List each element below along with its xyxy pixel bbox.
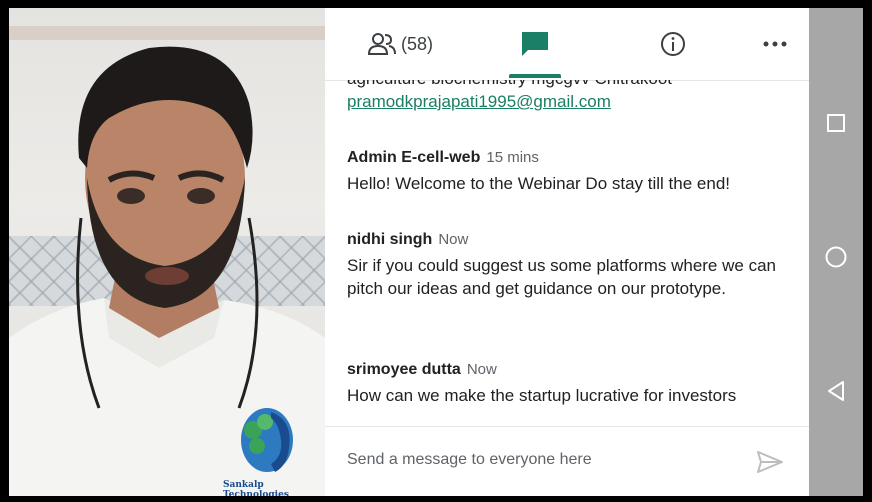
- tab-info[interactable]: [645, 8, 701, 80]
- more-options-button[interactable]: [749, 8, 801, 80]
- people-count: (58): [400, 33, 433, 54]
- message-text: How can we make the startup lucrative fo…: [347, 386, 737, 405]
- shirt-logo-text: Sankalp Technologies: [223, 480, 289, 496]
- tab-people[interactable]: (58): [345, 8, 455, 80]
- message-sender: Admin E-cell-web: [347, 149, 481, 166]
- send-button[interactable]: [755, 449, 785, 475]
- send-icon: [757, 451, 783, 473]
- people-icon: [367, 33, 396, 55]
- more-icon: [763, 41, 787, 47]
- android-nav-bar: [809, 8, 863, 496]
- tab-chat[interactable]: [507, 8, 563, 80]
- message-sender: nidhi singh: [347, 231, 433, 248]
- triangle-back-icon: [828, 381, 844, 401]
- email-link[interactable]: pramodkprajapati1995@gmail.com: [347, 92, 611, 112]
- panel-tabs: (58): [325, 8, 809, 81]
- circle-icon: [825, 246, 847, 268]
- chat-icon: [522, 32, 548, 56]
- message-text: Hello! Welcome to the Webinar Do stay ti…: [347, 174, 730, 193]
- message-header: Admin E-cell-web 15 mins: [347, 148, 787, 168]
- home-button[interactable]: [821, 242, 851, 272]
- message-header: nidhi singh Now: [347, 230, 787, 250]
- recents-button[interactable]: [821, 108, 851, 138]
- video-feed: Sankalp Technologies: [9, 8, 325, 496]
- partial-message-text: agriculture biochemistry mgcgvv Chitrako…: [347, 80, 672, 89]
- message-list: agriculture biochemistry mgcgvv Chitrako…: [325, 80, 809, 426]
- back-button[interactable]: [821, 376, 851, 406]
- chat-panel: (58) agriculture biochemistry mgcgvv Chi…: [325, 8, 809, 496]
- message-text: Sir if you could suggest us some platfor…: [347, 256, 776, 298]
- message-header: srimoyee dutta Now: [347, 360, 787, 380]
- chat-message: Admin E-cell-web 15 mins Hello! Welcome t…: [347, 148, 787, 195]
- message-composer: Send a message to everyone here: [325, 426, 809, 496]
- message-time: 15 mins: [486, 149, 539, 166]
- info-icon: [661, 32, 685, 56]
- square-icon: [827, 114, 845, 132]
- message-time: Now: [466, 361, 497, 378]
- chat-message: nidhi singh Now Sir if you could suggest …: [347, 230, 787, 300]
- message-time: Now: [438, 231, 469, 248]
- active-tab-indicator: [509, 74, 561, 78]
- message-sender: srimoyee dutta: [347, 361, 461, 378]
- chat-message: srimoyee dutta Now How can we make the st…: [347, 360, 787, 407]
- message-input[interactable]: Send a message to everyone here: [347, 451, 592, 469]
